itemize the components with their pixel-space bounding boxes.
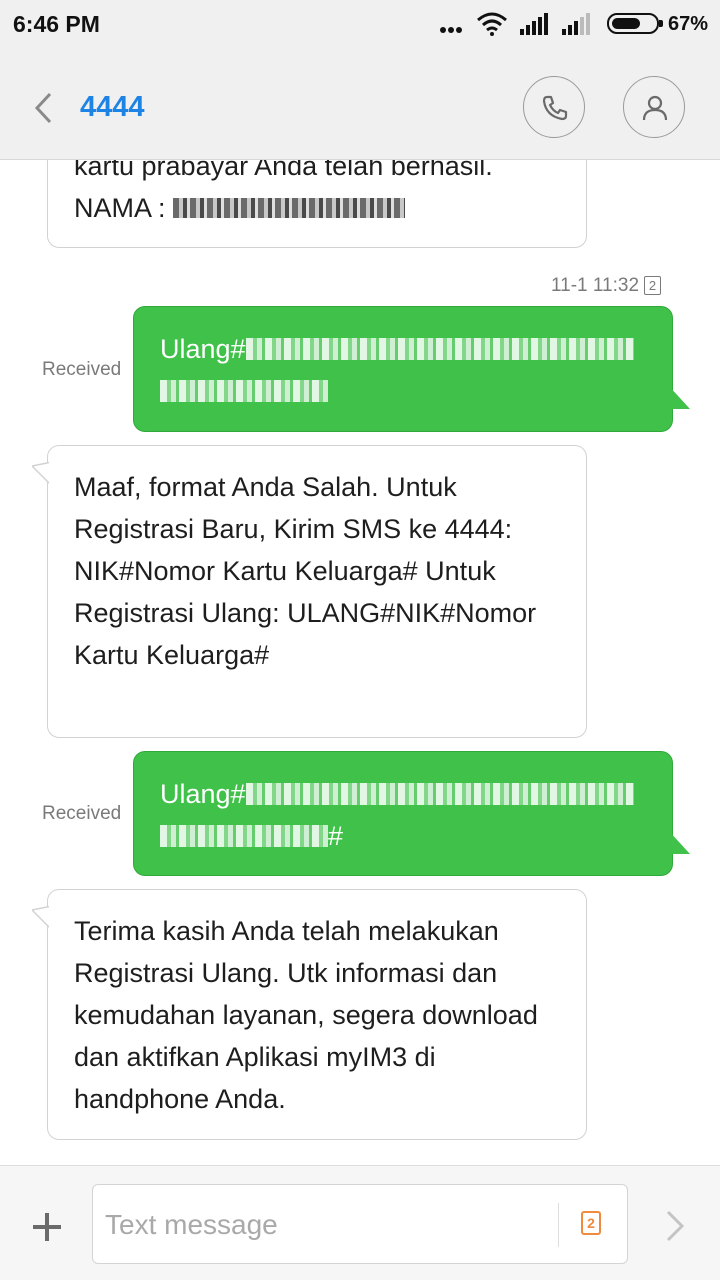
message-line: Ulang# (160, 328, 646, 370)
battery-percent: 67% (668, 13, 709, 35)
message-input-box[interactable]: 2 (92, 1184, 628, 1264)
chevron-left-icon[interactable] (30, 90, 60, 126)
message-line: NAMA : (74, 187, 562, 229)
redacted-number (245, 338, 634, 360)
incoming-message[interactable]: Maaf, format Anda Salah. Untuk Registras… (32, 445, 587, 738)
bubble-tail (668, 385, 690, 409)
status-time: 6:46 PM (13, 11, 100, 37)
signal-sim2-icon (562, 13, 590, 35)
delivery-status: Received (42, 803, 122, 824)
plus-icon[interactable] (30, 1210, 64, 1244)
battery-icon (607, 13, 663, 34)
bubble-tail (32, 906, 52, 932)
redacted-name (173, 198, 406, 218)
incoming-message[interactable]: Terima kasih Anda telah melakukan Regist… (32, 889, 587, 1140)
conversation-list[interactable]: kartu prabayar Anda telah berhasil. NAMA… (0, 160, 720, 1165)
contact-button[interactable] (623, 76, 685, 138)
redacted-number (245, 783, 634, 805)
incoming-message[interactable]: kartu prabayar Anda telah berhasil. NAMA… (47, 160, 587, 248)
more-notifications-icon (440, 27, 462, 33)
message-text: Maaf, format Anda Salah. Untuk Registras… (74, 472, 537, 670)
outgoing-message[interactable]: Ulang# # (133, 751, 690, 876)
signal-sim1-icon (520, 13, 548, 35)
sim-select-button[interactable]: 2 (581, 1211, 601, 1235)
bubble-tail (668, 830, 690, 854)
outgoing-message[interactable]: Ulang# (133, 306, 690, 432)
message-line: Ulang# (160, 773, 646, 815)
message-line (160, 370, 646, 412)
call-button[interactable] (523, 76, 585, 138)
sim-badge: 2 (644, 276, 662, 295)
status-bar: 6:46 PM 67% (0, 0, 720, 50)
top-bar: 6:46 PM 67% 4444 (0, 0, 720, 160)
message-text: Terima kasih Anda telah melakukan Regist… (74, 916, 538, 1114)
wifi-icon (477, 12, 507, 36)
text-message-input[interactable] (105, 1205, 545, 1245)
person-icon (642, 95, 668, 121)
conversation-title: 4444 (80, 91, 145, 123)
redacted-number (160, 380, 328, 402)
message-timestamp: 11-1 11:32 2 (551, 275, 662, 297)
delivery-status: Received (42, 359, 122, 380)
divider (558, 1203, 559, 1247)
redacted-number (160, 825, 328, 847)
chevron-right-icon[interactable] (660, 1206, 690, 1246)
phone-icon (542, 95, 568, 121)
message-line: # (160, 815, 646, 857)
compose-bar: 2 (0, 1165, 720, 1280)
bubble-tail (32, 462, 52, 488)
message-line: kartu prabayar Anda telah berhasil. (74, 160, 493, 181)
